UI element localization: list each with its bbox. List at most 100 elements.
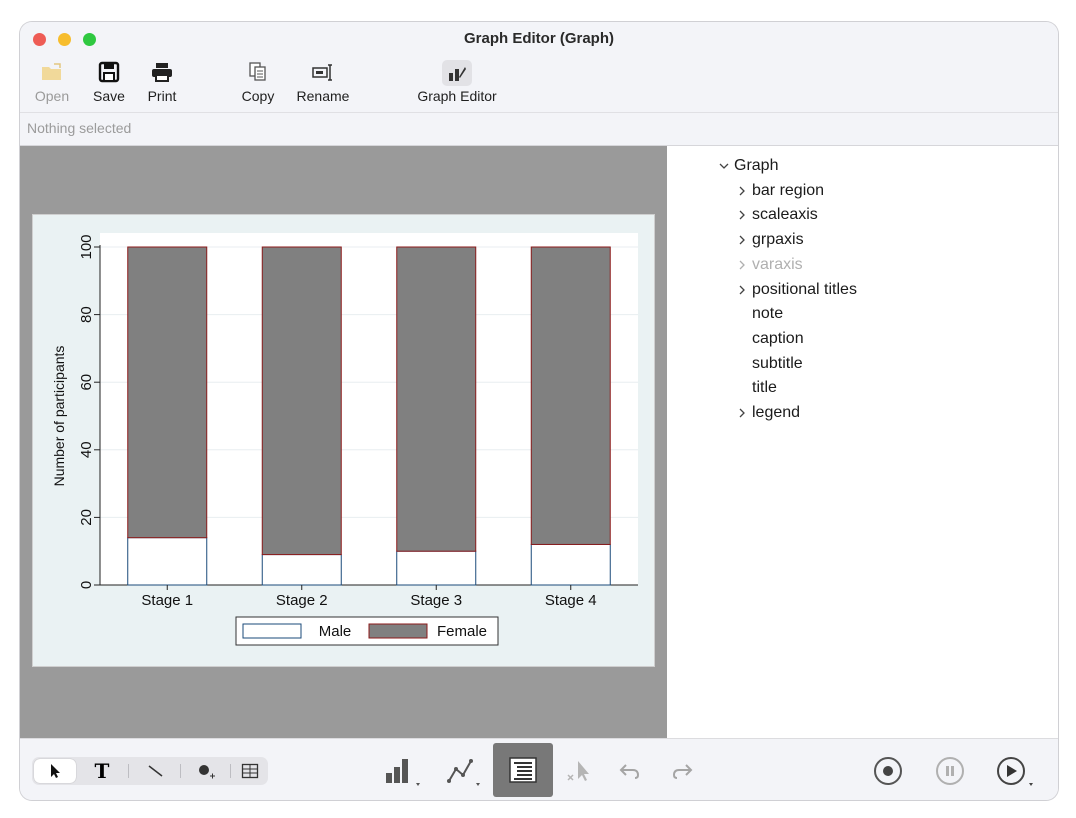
grid-tool-button[interactable] (234, 757, 266, 785)
play-button[interactable] (994, 755, 1040, 789)
selection-status: Nothing selected (27, 120, 132, 136)
y-tick-label[interactable]: 20 (78, 509, 95, 526)
printer-icon (140, 60, 184, 84)
tree-item-label: grpaxis (752, 231, 804, 249)
add-bar-chart-button[interactable] (380, 755, 424, 787)
x-tick-label[interactable]: Stage 2 (276, 592, 328, 609)
print-button[interactable]: Print (140, 60, 184, 104)
object-browser-toggle[interactable] (493, 743, 553, 797)
bar-male-1[interactable] (127, 537, 208, 586)
y-tick-label[interactable]: 80 (78, 306, 95, 323)
title-bar: Graph Editor (Graph) Open Save Print Cop… (20, 22, 1058, 112)
x-tick-label[interactable]: Stage 4 (545, 592, 597, 609)
tool-selector: T (32, 757, 268, 785)
undo-button[interactable] (612, 755, 648, 787)
bar-female-2[interactable] (261, 246, 342, 556)
rename-icon (292, 60, 354, 84)
redo-icon (672, 764, 693, 779)
legend-label-male[interactable]: Male (319, 623, 352, 640)
graph-editor-button[interactable]: Graph Editor (410, 60, 504, 104)
bar-female-4[interactable] (530, 246, 611, 545)
chevron-right-icon[interactable] (736, 283, 748, 297)
add-line-chart-button[interactable] (442, 755, 486, 787)
tree-item-caption[interactable]: caption (736, 330, 1036, 352)
copy-button[interactable]: Copy (236, 60, 280, 104)
pointer-tool-button[interactable] (34, 759, 76, 783)
x-tick-label[interactable]: Stage 3 (410, 592, 462, 609)
window-title: Graph Editor (Graph) (464, 30, 614, 47)
bar-chart-icon (386, 759, 420, 786)
add-marker-icon (199, 765, 215, 779)
graph-canvas[interactable]: 0 20 40 60 80 100 Number of participants Stage … (20, 146, 667, 738)
graph-editor-label: Graph Editor (417, 88, 497, 104)
tree-item-bar-region[interactable]: bar region (736, 182, 1036, 204)
chevron-down-icon[interactable] (718, 159, 730, 173)
rename-label: Rename (296, 88, 350, 104)
divider (230, 764, 231, 778)
tree-item-legend[interactable]: legend (736, 404, 1036, 426)
bar-male-4[interactable] (530, 543, 611, 586)
open-label: Open (34, 88, 70, 104)
pointer-icon (51, 764, 60, 778)
open-button[interactable]: Open (30, 60, 74, 104)
graph-frame[interactable]: 0 20 40 60 80 100 Number of participants Stage … (33, 215, 654, 666)
tree-item-subtitle[interactable]: subtitle (736, 355, 1036, 377)
tree-item-label: subtitle (752, 354, 803, 372)
x-tick-label[interactable]: Stage 1 (141, 592, 193, 609)
line-tool-button[interactable] (136, 757, 176, 785)
copy-icon (236, 60, 280, 84)
status-bar: Nothing selected (20, 112, 1058, 146)
legend-label-female[interactable]: Female (437, 623, 487, 640)
list-panel-icon (509, 757, 537, 783)
undo-icon (619, 764, 640, 779)
bottom-toolbar: T (20, 738, 1058, 800)
save-button[interactable]: Save (87, 60, 131, 104)
legend-key-female[interactable] (368, 623, 428, 639)
pause-icon (936, 757, 964, 785)
line-chart-icon (447, 759, 480, 786)
record-icon (874, 757, 902, 785)
tree-item-label: title (752, 379, 777, 397)
tree-item-label: Graph (734, 157, 779, 174)
record-button[interactable] (870, 755, 906, 787)
chevron-right-icon[interactable] (736, 184, 748, 198)
grid-icon (241, 763, 259, 779)
chevron-right-icon[interactable] (736, 258, 748, 272)
tree-item-positional-titles[interactable]: positional titles (736, 281, 1036, 303)
tree-item-title[interactable]: title (736, 379, 1036, 401)
bar-male-2[interactable] (261, 554, 342, 586)
pause-button[interactable] (932, 755, 968, 787)
legend-key-male[interactable] (242, 623, 302, 639)
tree-item-varaxis[interactable]: varaxis (736, 256, 1036, 278)
marker-tool-button[interactable] (186, 757, 226, 785)
tree-item-grpaxis[interactable]: grpaxis (736, 231, 1036, 253)
y-tick-label[interactable]: 100 (78, 234, 95, 259)
tree-item-Graph[interactable]: Graph (718, 157, 1018, 179)
text-tool-icon: T (94, 759, 110, 783)
deselect-pointer-icon (567, 761, 589, 781)
tree-item-label: legend (752, 404, 801, 421)
graph-editor-window: Graph Editor (Graph) Open Save Print Cop… (20, 22, 1058, 800)
chevron-right-icon[interactable] (736, 406, 748, 420)
text-tool-button[interactable]: T (82, 757, 122, 785)
redo-button[interactable] (664, 755, 700, 787)
deselect-button[interactable] (560, 755, 600, 787)
tree-item-label: caption (752, 329, 804, 347)
y-axis-title[interactable]: Number of participants (51, 346, 67, 487)
chevron-right-icon[interactable] (736, 208, 748, 222)
y-tick-label[interactable]: 40 (78, 441, 95, 458)
tree-item-scaleaxis[interactable]: scaleaxis (736, 206, 1036, 228)
chevron-right-icon[interactable] (736, 233, 748, 247)
bar-female-1[interactable] (127, 246, 208, 539)
bar-female-3[interactable] (396, 246, 477, 552)
y-tick-label[interactable]: 60 (78, 374, 95, 391)
folder-icon (30, 60, 74, 84)
tree-item-label: note (752, 305, 784, 323)
rename-button[interactable]: Rename (292, 60, 354, 104)
tree-item-label: positional titles (752, 280, 857, 298)
tree-item-note[interactable]: note (736, 305, 1036, 327)
divider (128, 764, 129, 778)
bar-chart[interactable]: 0 20 40 60 80 100 Number of participants Stage … (33, 215, 654, 666)
bar-male-3[interactable] (396, 550, 477, 586)
y-tick-label[interactable]: 0 (78, 581, 95, 589)
